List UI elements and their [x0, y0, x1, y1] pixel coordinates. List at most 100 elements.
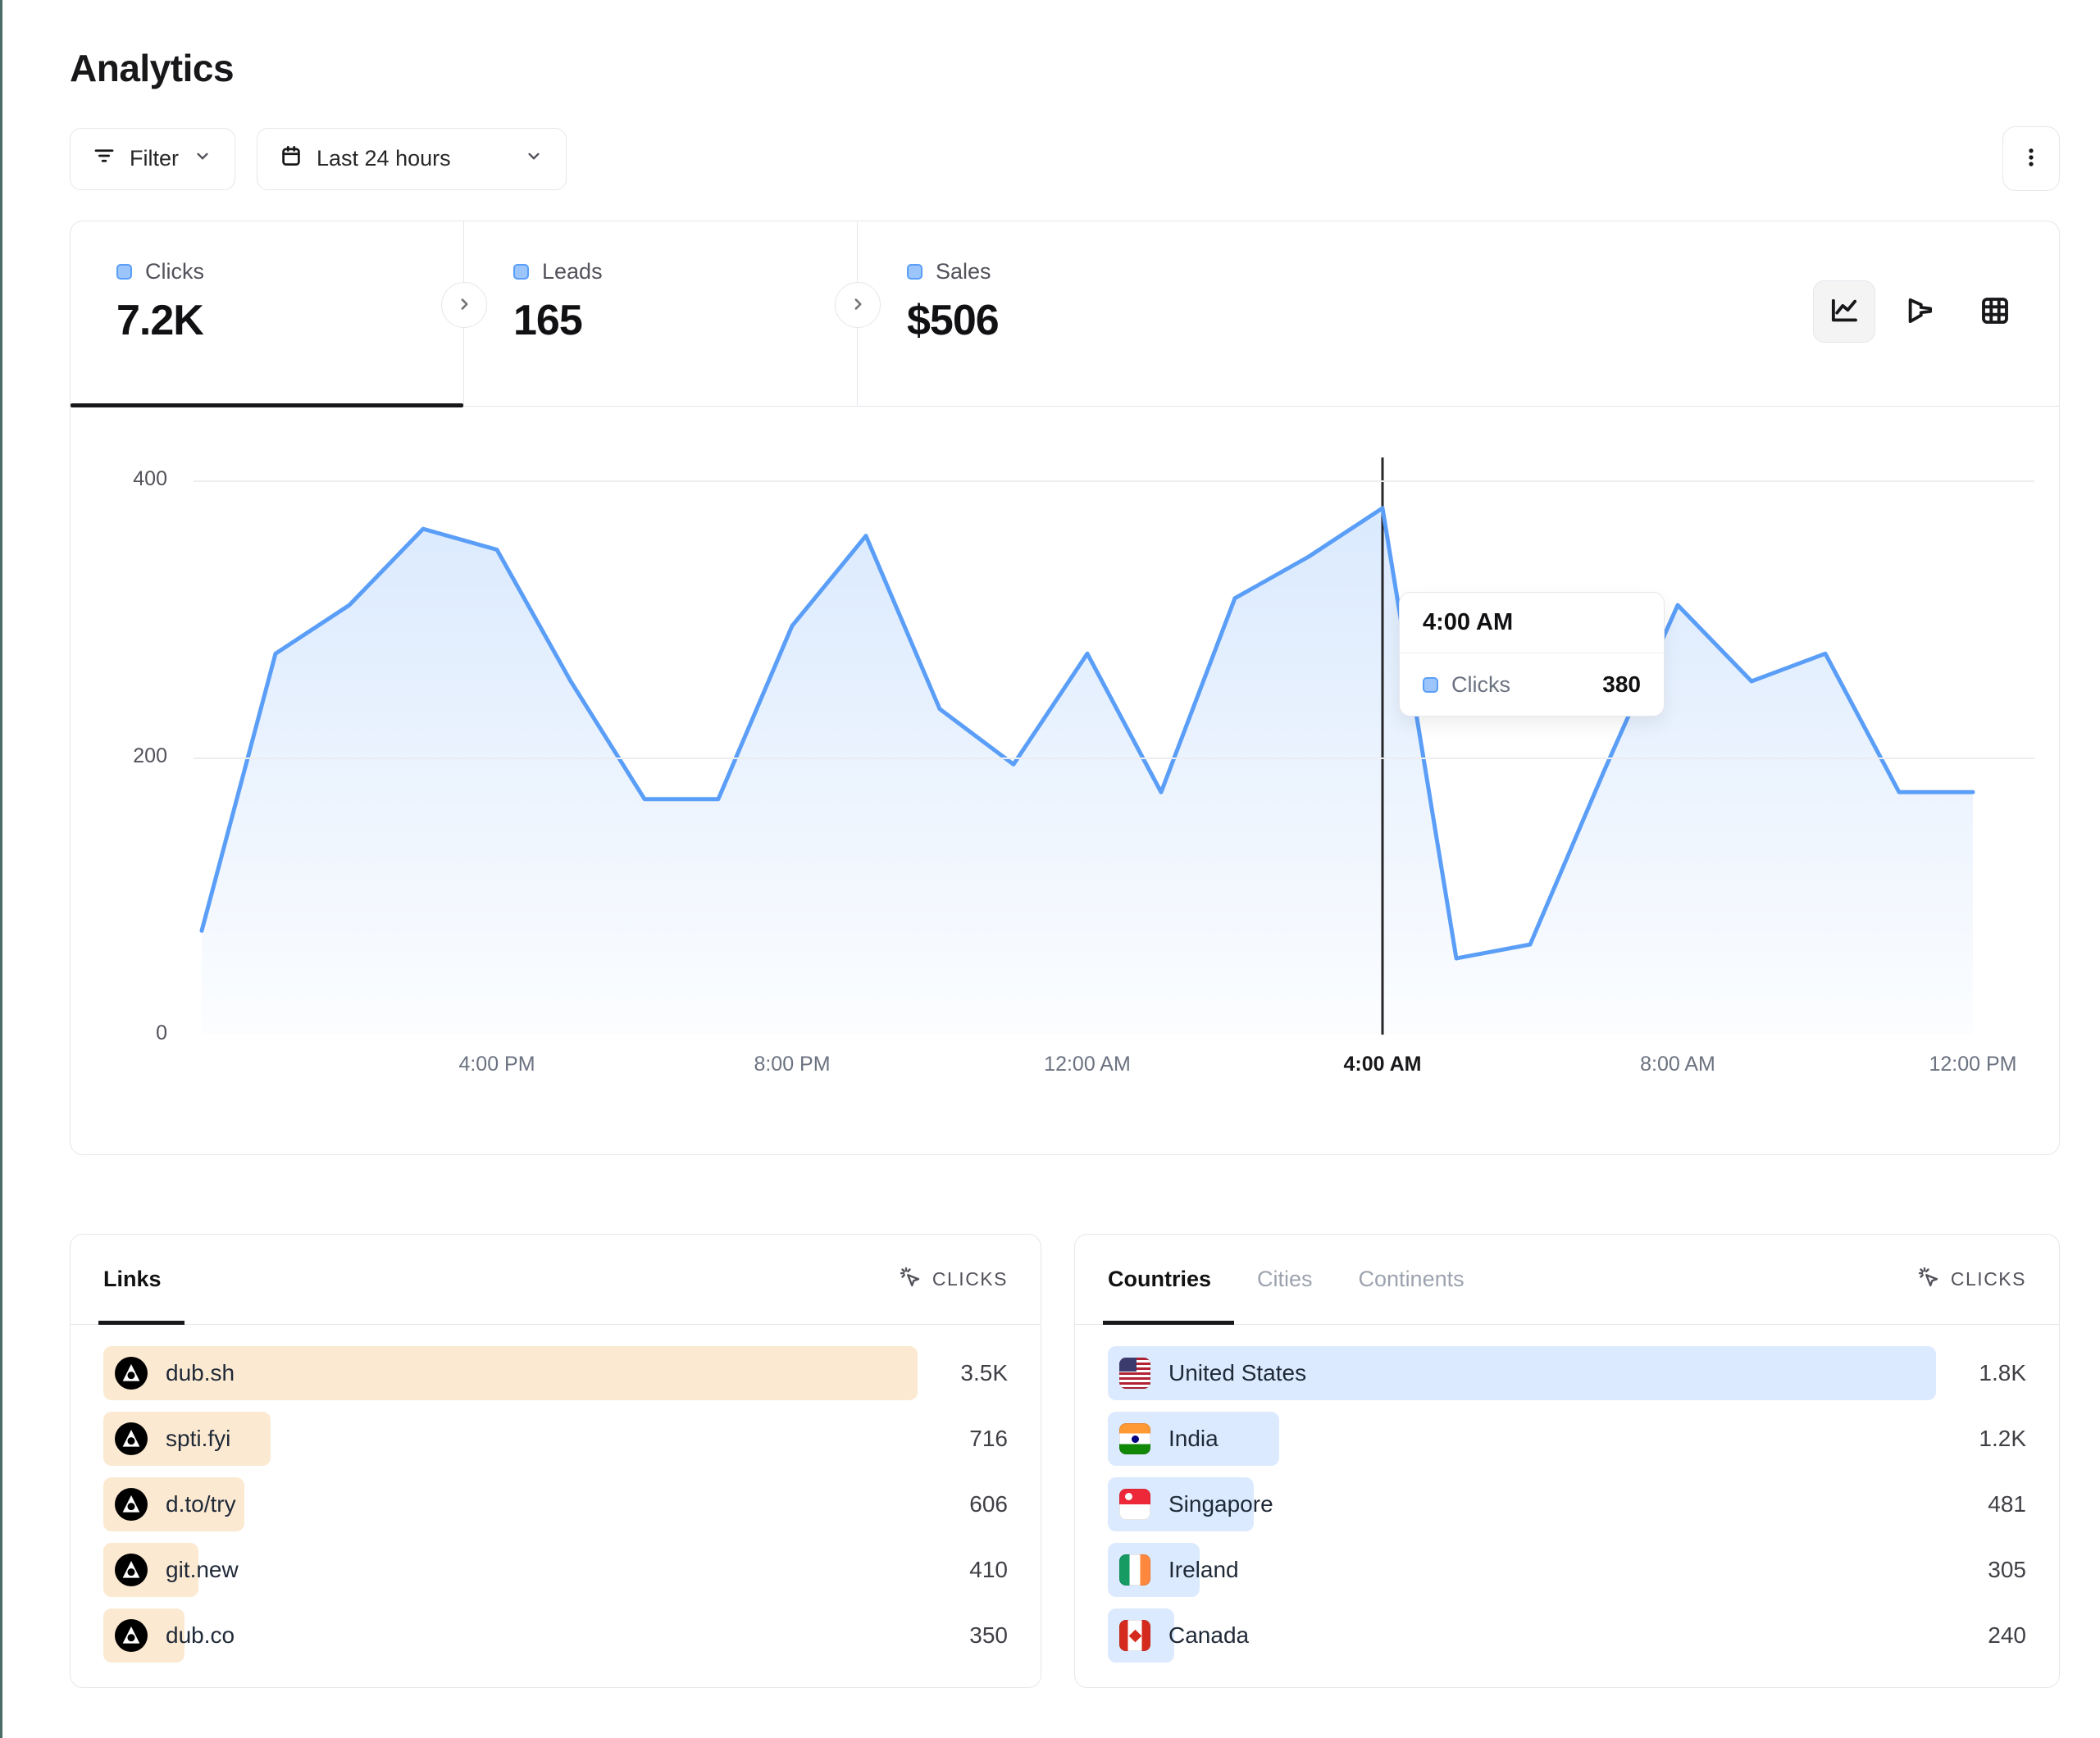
clicks-legend-square — [116, 264, 132, 280]
link-domain: spti.fyi — [166, 1426, 230, 1452]
tab-sales[interactable]: Sales $506 — [858, 221, 1251, 406]
tab-clicks[interactable]: Clicks 7.2K — [71, 221, 464, 406]
tab-leads[interactable]: Leads 165 — [464, 221, 858, 406]
table-view-button[interactable] — [1964, 280, 2026, 343]
analytics-chart-card: Clicks 7.2K Leads 165 Sales $506 — [70, 221, 2060, 1155]
link-clicks-value: 410 — [969, 1557, 1008, 1583]
filter-icon — [92, 143, 116, 174]
geo-rows: United States 1.8K India 1.2K Singapore … — [1075, 1325, 2059, 1687]
link-row[interactable]: spti.fyi 716 — [103, 1412, 1008, 1466]
stat-value: 165 — [513, 296, 857, 345]
kebab-menu-icon — [2019, 145, 2043, 172]
metric-label: CLICKS — [932, 1268, 1008, 1290]
tooltip-series-label: Clicks — [1451, 672, 1510, 698]
filter-button[interactable]: Filter — [70, 128, 235, 190]
link-clicks-value: 716 — [969, 1426, 1008, 1452]
stat-value: $506 — [907, 296, 1251, 345]
tab-cities[interactable]: Cities — [1257, 1235, 1313, 1324]
stat-label: Sales — [936, 259, 991, 284]
link-row[interactable]: d.to/try 606 — [103, 1477, 1008, 1531]
link-clicks-value: 350 — [969, 1622, 1008, 1649]
tab-links[interactable]: Links — [103, 1235, 162, 1324]
clicks-legend-square — [1423, 677, 1438, 693]
links-rows: dub.sh 3.5K spti.fyi 716 d.to/try 606 — [71, 1325, 1041, 1687]
country-row[interactable]: Ireland 305 — [1108, 1543, 2026, 1597]
table-view-icon — [1978, 293, 2012, 330]
expand-clicks-button[interactable] — [441, 282, 487, 328]
link-row[interactable]: git.new 410 — [103, 1543, 1008, 1597]
filter-button-label: Filter — [130, 146, 179, 171]
leads-legend-square — [513, 264, 529, 280]
country-clicks-value: 1.8K — [1979, 1360, 2026, 1386]
links-panel-header: Links CLICKS — [71, 1235, 1041, 1325]
clicks-time-series-chart[interactable]: 4:00 AM Clicks 380 400 200 0 4:00 PM 8:00 PM… — [71, 407, 2059, 1154]
link-domain: d.to/try — [166, 1491, 236, 1517]
link-domain: dub.co — [166, 1622, 235, 1649]
chevron-down-icon — [192, 145, 213, 172]
link-clicks-value: 606 — [969, 1491, 1008, 1517]
more-options-button[interactable] — [2002, 126, 2060, 191]
country-clicks-value: 240 — [1988, 1622, 2026, 1649]
tab-continents[interactable]: Continents — [1359, 1235, 1465, 1324]
country-clicks-value: 305 — [1988, 1557, 2026, 1583]
cursor-click-icon — [1916, 1265, 1941, 1294]
funnel-view-button[interactable] — [1888, 280, 1951, 343]
stat-label: Leads — [542, 259, 603, 284]
country-name: India — [1168, 1426, 1219, 1452]
dub-favicon-icon — [115, 1357, 148, 1390]
geo-metric-badge[interactable]: CLICKS — [1916, 1265, 2026, 1294]
geo-panel-header: Countries Cities Continents CLICKS — [1075, 1235, 2059, 1325]
dub-favicon-icon — [115, 1554, 148, 1586]
line-chart-icon — [1827, 293, 1861, 330]
x-axis-label: 4:00 PM — [458, 1053, 535, 1076]
country-flag-icon — [1119, 1358, 1150, 1389]
chevron-down-icon — [523, 145, 544, 172]
link-domain: dub.sh — [166, 1360, 235, 1386]
link-domain: git.new — [166, 1557, 239, 1583]
country-row[interactable]: India 1.2K — [1108, 1412, 2026, 1466]
country-flag-icon — [1119, 1620, 1150, 1651]
stats-tabs-row: Clicks 7.2K Leads 165 Sales $506 — [71, 221, 2059, 407]
gridline — [194, 758, 2034, 759]
x-axis-label: 12:00 PM — [1929, 1053, 2016, 1076]
line-chart-view-button[interactable] — [1813, 280, 1875, 343]
expand-leads-button[interactable] — [835, 282, 881, 328]
analytics-page: Analytics Filter Last 24 hours — [70, 0, 2060, 1688]
date-range-button[interactable]: Last 24 hours — [257, 128, 567, 190]
link-row[interactable]: dub.co 350 — [103, 1608, 1008, 1663]
chart-tooltip: 4:00 AM Clicks 380 — [1399, 592, 1665, 717]
links-metric-badge[interactable]: CLICKS — [898, 1265, 1008, 1294]
toolbar: Filter Last 24 hours — [70, 126, 2060, 191]
tab-countries[interactable]: Countries — [1108, 1235, 1211, 1324]
country-row[interactable]: United States 1.8K — [1108, 1346, 2026, 1400]
country-flag-icon — [1119, 1489, 1150, 1520]
chart-view-toggles — [1813, 280, 2026, 343]
sales-legend-square — [907, 264, 922, 280]
page-title: Analytics — [70, 46, 2060, 90]
country-name: Ireland — [1168, 1557, 1239, 1583]
funnel-chart-icon — [1902, 293, 1937, 330]
country-name: United States — [1168, 1360, 1306, 1386]
tooltip-series-value: 380 — [1602, 671, 1641, 698]
country-name: Canada — [1168, 1622, 1249, 1649]
country-row[interactable]: Canada 240 — [1108, 1608, 2026, 1663]
date-range-label: Last 24 hours — [317, 146, 451, 171]
y-axis-label: 0 — [71, 1021, 167, 1045]
links-panel: Links CLICKS dub.sh 3.5K — [70, 1234, 1041, 1688]
country-name: Singapore — [1168, 1491, 1273, 1517]
geo-panel: Countries Cities Continents CLICKS Unite… — [1074, 1234, 2060, 1688]
dub-favicon-icon — [115, 1619, 148, 1652]
x-axis-label: 8:00 PM — [754, 1053, 830, 1076]
tooltip-series-row: Clicks 380 — [1400, 653, 1664, 716]
metric-label: CLICKS — [1951, 1268, 2026, 1290]
country-flag-icon — [1119, 1554, 1150, 1586]
country-clicks-value: 1.2K — [1979, 1426, 2026, 1452]
link-row[interactable]: dub.sh 3.5K — [103, 1346, 1008, 1400]
y-axis-label: 200 — [71, 744, 167, 768]
country-clicks-value: 481 — [1988, 1491, 2026, 1517]
y-axis-label: 400 — [71, 467, 167, 491]
country-row[interactable]: Singapore 481 — [1108, 1477, 2026, 1531]
cursor-click-icon — [898, 1265, 922, 1294]
dub-favicon-icon — [115, 1422, 148, 1455]
dub-favicon-icon — [115, 1488, 148, 1521]
